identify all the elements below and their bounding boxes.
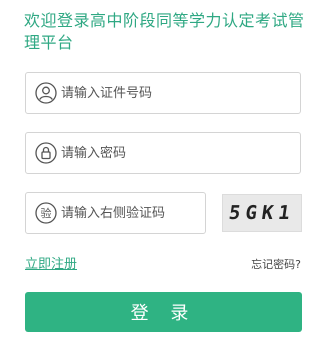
login-button[interactable]: 登 录 bbox=[25, 292, 302, 332]
captcha-text: 5GK1 bbox=[227, 202, 297, 224]
id-number-input[interactable] bbox=[61, 73, 300, 113]
page-title: 欢迎登录高中阶段同等学力认定考试管理平台 bbox=[24, 11, 305, 52]
password-input[interactable] bbox=[61, 133, 300, 173]
svg-text:验: 验 bbox=[41, 206, 52, 220]
login-page: 欢迎登录高中阶段同等学力认定考试管理平台 验 bbox=[0, 0, 335, 339]
lock-icon bbox=[35, 142, 57, 164]
register-link[interactable]: 立即注册 bbox=[25, 253, 77, 272]
id-number-field[interactable] bbox=[25, 72, 301, 114]
verify-icon: 验 bbox=[35, 202, 57, 224]
captcha-input[interactable] bbox=[61, 193, 205, 233]
password-field[interactable] bbox=[25, 132, 301, 174]
captcha-field[interactable]: 验 bbox=[25, 192, 206, 234]
forgot-password-link[interactable]: 忘记密码? bbox=[251, 256, 301, 272]
user-icon bbox=[35, 82, 57, 104]
captcha-image[interactable]: 5GK1 bbox=[222, 194, 302, 232]
